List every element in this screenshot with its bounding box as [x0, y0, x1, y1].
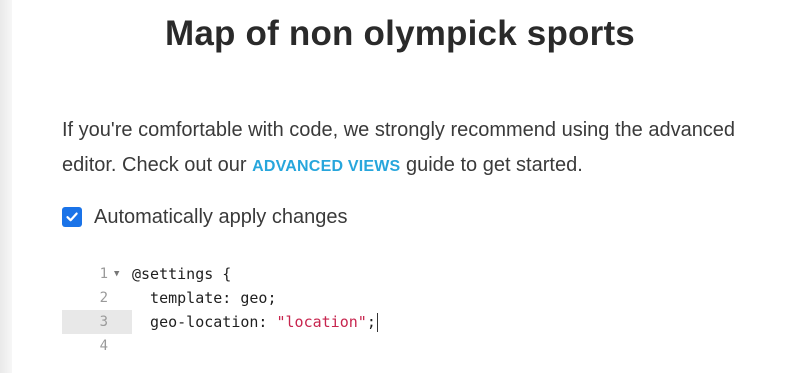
- code-text: template: geo;: [132, 289, 277, 307]
- code-line-4[interactable]: 4: [62, 334, 462, 358]
- line-number: 4: [99, 338, 108, 354]
- advanced-views-link[interactable]: ADVANCED VIEWS: [252, 158, 400, 175]
- intro-text-after: guide to get started.: [400, 154, 583, 176]
- code-text: @settings {: [132, 265, 232, 283]
- line-number: 2: [99, 290, 108, 306]
- text-cursor: [376, 312, 378, 332]
- code-line-3[interactable]: 3 geo-location: "location";: [62, 310, 462, 334]
- line-number-gutter: 4: [62, 334, 132, 358]
- auto-apply-row[interactable]: Automatically apply changes: [62, 204, 347, 230]
- code-punctuation: ;: [366, 312, 376, 331]
- intro-paragraph: If you're comfortable with code, we stro…: [62, 113, 792, 184]
- line-number-gutter: 2: [62, 286, 132, 310]
- checkmark-icon: [66, 212, 78, 222]
- left-panel-edge: [0, 0, 12, 373]
- code-line-2[interactable]: 2 template: geo;: [62, 286, 462, 310]
- line-number: 3: [99, 314, 108, 330]
- code-line-1[interactable]: 1 ▼ @settings {: [62, 262, 462, 286]
- auto-apply-label: Automatically apply changes: [94, 205, 348, 228]
- code-property: geo-location:: [132, 312, 277, 331]
- code-text: geo-location: "location";: [132, 312, 378, 332]
- line-number-gutter: 1 ▼: [62, 262, 132, 286]
- line-number-gutter-active: 3: [62, 310, 132, 334]
- auto-apply-checkbox[interactable]: [62, 207, 82, 227]
- triangle-down-icon[interactable]: ▼: [114, 269, 119, 279]
- line-number: 1: [99, 266, 108, 282]
- page-title: Map of non olympick sports: [165, 14, 635, 53]
- code-string: "location": [276, 312, 367, 331]
- code-editor[interactable]: 1 ▼ @settings { 2 template: geo; 3 geo-l…: [62, 262, 462, 368]
